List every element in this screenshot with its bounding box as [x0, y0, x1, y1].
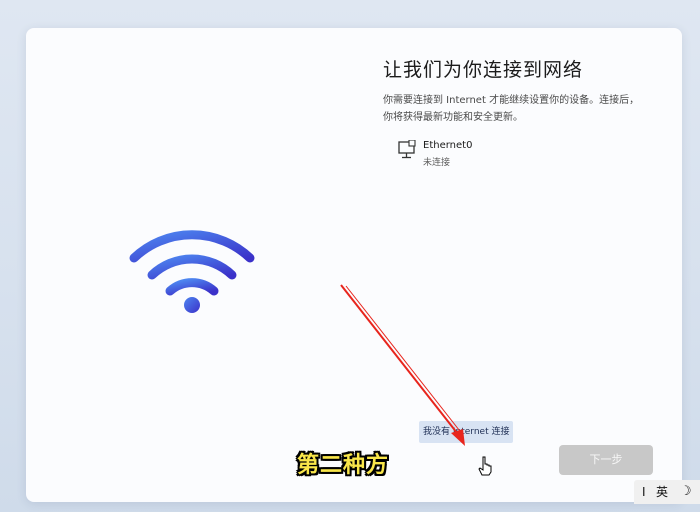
no-internet-link[interactable]: 我没有 Internet 连接 — [419, 421, 514, 443]
wifi-icon — [129, 230, 255, 313]
network-name: Ethernet0 — [423, 140, 473, 151]
oobe-window: 让我们为你连接到网络 你需要连接到 Internet 才能继续设置你的设备。连接… — [26, 28, 682, 502]
hand-cursor-icon — [478, 456, 492, 476]
ethernet-monitor-icon — [398, 140, 416, 159]
page-title: 让我们为你连接到网络 — [383, 59, 584, 81]
ime-indicator[interactable]: I 英 ☽ — [634, 480, 700, 504]
ime-separator: I — [642, 485, 646, 499]
ime-language-toggle[interactable]: 英 — [656, 484, 668, 500]
next-button[interactable]: 下一步 — [559, 445, 653, 475]
page-description: 你需要连接到 Internet 才能继续设置你的设备。连接后，你将获得最新功能和… — [383, 95, 640, 123]
video-subtitle: 第二种方 — [297, 453, 390, 478]
moon-icon[interactable]: ☽ — [680, 484, 692, 500]
network-status: 未连接 — [423, 158, 451, 168]
network-item-ethernet0[interactable]: Ethernet0 未连接 — [398, 140, 538, 172]
